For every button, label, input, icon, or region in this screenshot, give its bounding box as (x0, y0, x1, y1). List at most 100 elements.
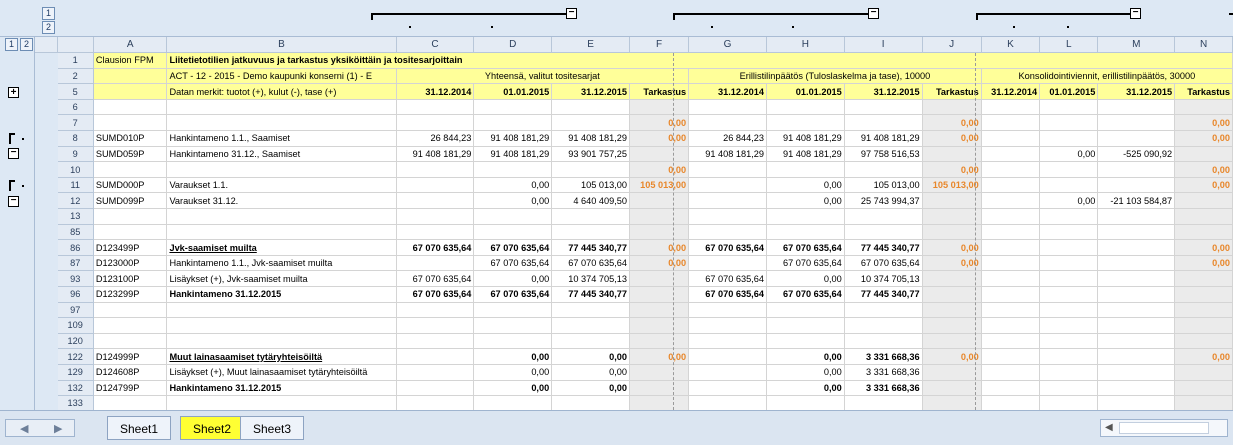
cell-g12[interactable] (688, 192, 767, 210)
column-header-e[interactable]: E (551, 37, 631, 54)
cell-e86[interactable]: 77 445 340,77 (551, 239, 631, 256)
cell-b6[interactable] (166, 99, 397, 116)
cell-n85[interactable] (1174, 224, 1233, 241)
cell-h10[interactable] (766, 161, 845, 178)
cell-b120[interactable] (166, 333, 397, 350)
cell-c7[interactable] (396, 114, 475, 132)
cell-g7[interactable] (688, 114, 767, 132)
cell-b12[interactable]: Varaukset 31.12. (166, 192, 397, 210)
cell-b7[interactable] (166, 114, 397, 132)
cell-c96[interactable]: 67 070 635,64 (396, 286, 475, 303)
cell-e13[interactable] (551, 208, 631, 225)
cell-d86[interactable]: 67 070 635,64 (473, 239, 553, 256)
cell-j96[interactable] (922, 286, 982, 303)
cell-c97[interactable] (396, 302, 475, 319)
cell-l109[interactable] (1039, 317, 1099, 334)
cell-g5[interactable]: 31.12.2014 (688, 83, 767, 100)
cell-n7[interactable]: 0,00 (1174, 114, 1233, 132)
cell-m93[interactable] (1097, 270, 1176, 287)
cell-j122[interactable]: 0,00 (922, 348, 982, 365)
cell-f8[interactable]: 0,00 (629, 130, 690, 147)
column-group-1-collapse-button[interactable]: − (566, 8, 577, 19)
cell-k87[interactable] (981, 255, 1041, 272)
cell-j109[interactable] (922, 317, 982, 334)
cell-a133[interactable] (93, 395, 168, 410)
cell-j93[interactable] (922, 270, 982, 287)
cell-e97[interactable] (551, 302, 631, 319)
cell-j97[interactable] (922, 302, 982, 319)
cell-i7[interactable] (844, 114, 923, 132)
cell-k122[interactable] (981, 348, 1041, 365)
row-header[interactable]: 129 (57, 364, 94, 381)
column-header-m[interactable]: M (1097, 37, 1176, 54)
cell-l120[interactable] (1039, 333, 1099, 350)
cell-j13[interactable] (922, 208, 982, 225)
scroll-left-icon[interactable]: ◀ (1105, 422, 1113, 433)
cell-f133[interactable] (629, 395, 690, 410)
cell-d12[interactable]: 0,00 (473, 192, 553, 210)
cell-i10[interactable] (844, 161, 923, 178)
cell-b2[interactable]: ACT - 12 - 2015 - Demo kaupunki konserni… (166, 68, 397, 85)
cell-k120[interactable] (981, 333, 1041, 350)
cell-m85[interactable] (1097, 224, 1176, 241)
cell-k13[interactable] (981, 208, 1041, 225)
cell-c12[interactable] (396, 192, 475, 210)
cell-i97[interactable] (844, 302, 923, 319)
cell-g87[interactable] (688, 255, 767, 272)
cell-c85[interactable] (396, 224, 475, 241)
cell-h9[interactable]: 91 408 181,29 (766, 146, 845, 163)
cell-h122[interactable]: 0,00 (766, 348, 845, 365)
cell-c6[interactable] (396, 99, 475, 116)
row-header[interactable]: 122 (57, 348, 94, 365)
cell-h96[interactable]: 67 070 635,64 (766, 286, 845, 303)
cell-f10[interactable]: 0,00 (629, 161, 690, 178)
row-header[interactable]: 87 (57, 255, 94, 272)
cell-b85[interactable] (166, 224, 397, 241)
cell-d97[interactable] (473, 302, 553, 319)
cell-f93[interactable] (629, 270, 690, 287)
cell-i6[interactable] (844, 99, 923, 116)
cell-n13[interactable] (1174, 208, 1233, 225)
cell-g129[interactable] (688, 364, 767, 381)
cell-h11[interactable]: 0,00 (766, 177, 845, 194)
cell-k7[interactable] (981, 114, 1041, 132)
cell-a12[interactable]: SUMD099P (93, 192, 168, 210)
cell-n11[interactable]: 0,00 (1174, 177, 1233, 194)
cell-i132[interactable]: 3 331 668,36 (844, 379, 923, 397)
cell-m87[interactable] (1097, 255, 1176, 272)
cell-f96[interactable] (629, 286, 690, 303)
row-header[interactable]: 11 (57, 177, 94, 194)
cell-n87[interactable]: 0,00 (1174, 255, 1233, 272)
cell-m133[interactable] (1097, 395, 1176, 410)
cell-b13[interactable] (166, 208, 397, 225)
cell-f7[interactable]: 0,00 (629, 114, 690, 132)
cell-n129[interactable] (1174, 364, 1233, 381)
cell-i13[interactable] (844, 208, 923, 225)
cell-h93[interactable]: 0,00 (766, 270, 845, 287)
cell-n10[interactable]: 0,00 (1174, 161, 1233, 178)
row-header[interactable]: 85 (57, 224, 94, 241)
cell-d109[interactable] (473, 317, 553, 334)
cell-b122[interactable]: Muut lainasaamiset tytäryhteisöiltä (166, 348, 397, 365)
cell-a129[interactable]: D124608P (93, 364, 168, 381)
cell-g96[interactable]: 67 070 635,64 (688, 286, 767, 303)
cell-c9[interactable]: 91 408 181,29 (396, 146, 475, 163)
cell-j11[interactable]: 105 013,00 (922, 177, 982, 194)
cell-i9[interactable]: 97 758 516,53 (844, 146, 923, 163)
cell-b129[interactable]: Lisäykset (+), Muut lainasaamiset tytäry… (166, 364, 397, 381)
cell-j86[interactable]: 0,00 (922, 239, 982, 256)
cell-f120[interactable] (629, 333, 690, 350)
cell-m13[interactable] (1097, 208, 1176, 225)
cell-n86[interactable]: 0,00 (1174, 239, 1233, 256)
cell-b10[interactable] (166, 161, 397, 178)
cell-f9[interactable] (629, 146, 690, 163)
row-group-9-collapse-button[interactable]: − (8, 148, 19, 159)
cell-d8[interactable]: 91 408 181,29 (473, 130, 553, 147)
row-group-12-collapse-button[interactable]: − (8, 196, 19, 207)
row-outline-level-2-button[interactable]: 2 (20, 38, 33, 51)
cell-h97[interactable] (766, 302, 845, 319)
cell-h120[interactable] (766, 333, 845, 350)
row-header[interactable]: 133 (57, 395, 94, 410)
cell-m7[interactable] (1097, 114, 1176, 132)
column-outline-level-1-button[interactable]: 1 (42, 7, 55, 20)
